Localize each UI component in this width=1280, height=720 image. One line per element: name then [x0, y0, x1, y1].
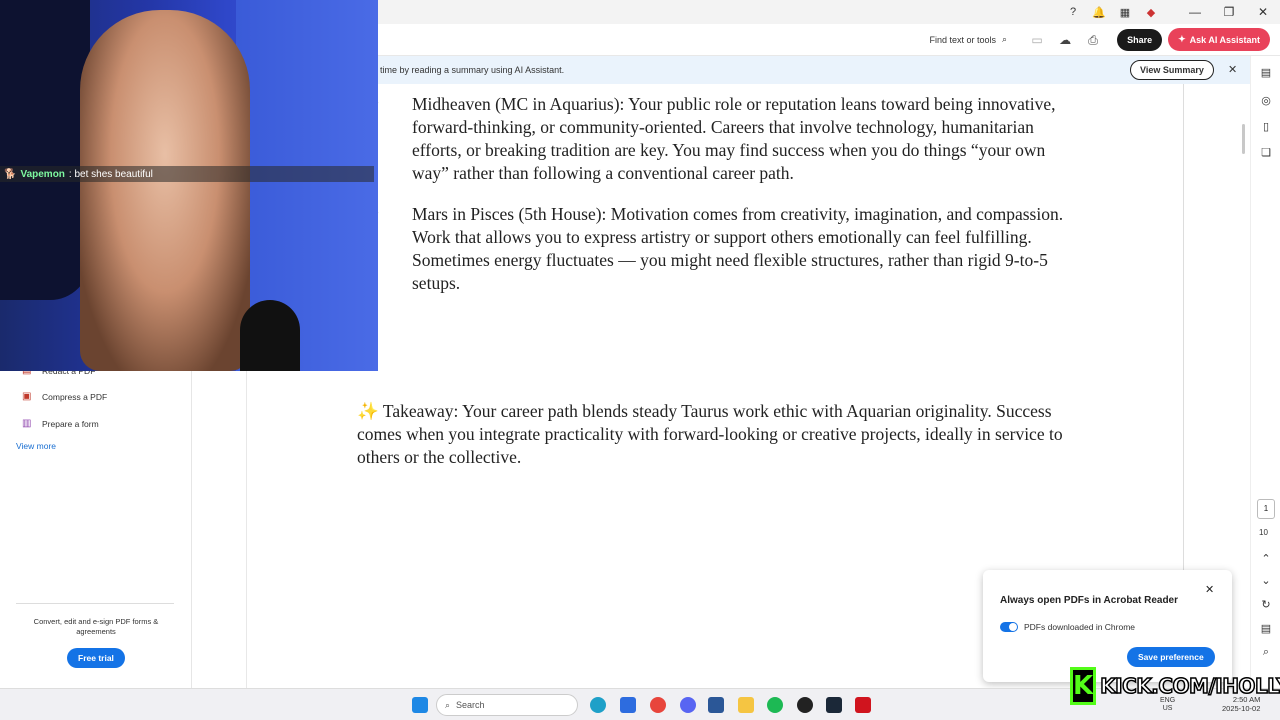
document-icon[interactable]: ▤ — [1259, 622, 1273, 636]
popup-title: Always open PDFs in Acrobat Reader — [1000, 595, 1179, 606]
banner-text: time by reading a summary using AI Assis… — [380, 65, 565, 75]
chat-badge-icon: 🐕 — [4, 168, 17, 180]
bell-icon[interactable]: 🔔 — [1092, 5, 1106, 19]
app-icon[interactable] — [708, 697, 724, 713]
view-summary-button[interactable]: View Summary — [1130, 60, 1214, 80]
prepare-form-item[interactable]: ▥ Prepare a form — [22, 418, 99, 430]
close-icon[interactable]: ✕ — [1205, 583, 1214, 596]
taskbar-search[interactable]: ⌕ Search — [436, 694, 578, 716]
find-tools-field[interactable]: Find text or tools ⌕ — [930, 34, 1008, 45]
upload-cloud-icon[interactable]: ☁ — [1057, 32, 1073, 48]
chrome-icon[interactable] — [650, 697, 666, 713]
share-button[interactable]: Share — [1117, 28, 1163, 51]
pdf-toggle-switch[interactable] — [1000, 622, 1018, 632]
compress-pdf-label: Compress a PDF — [42, 392, 108, 402]
free-trial-button[interactable]: Free trial — [67, 648, 125, 668]
pages-icon[interactable]: ❏ — [1259, 146, 1273, 160]
windows-start-icon[interactable] — [412, 697, 428, 713]
close-icon[interactable]: ✕ — [1228, 63, 1237, 76]
spotify-icon[interactable] — [767, 697, 783, 713]
bookmark-icon[interactable]: ▯ — [1259, 120, 1273, 134]
chat-username: Vapemon — [20, 168, 65, 180]
steam-icon[interactable] — [826, 697, 842, 713]
kick-watermark: K KICK.COM/IHOLLY — [1070, 666, 1280, 706]
folder-icon[interactable] — [738, 697, 754, 713]
comment-icon[interactable]: ◎ — [1259, 94, 1273, 108]
close-window-icon[interactable]: ✕ — [1246, 5, 1280, 19]
minimize-icon[interactable]: — — [1178, 5, 1212, 19]
webcam-overlay: 🐕 Vapemon : bet shes beautiful — [0, 0, 378, 371]
save-preference-button[interactable]: Save preference — [1127, 647, 1215, 667]
find-tools-label: Find text or tools — [929, 34, 997, 45]
chevron-down-icon[interactable]: ⌄ — [1259, 574, 1273, 588]
kick-logo: K — [1070, 667, 1097, 705]
chat-text: : bet shes beautiful — [68, 168, 153, 180]
mars-paragraph: Mars in Pisces (5th House): Motivation c… — [412, 204, 1064, 293]
print-icon[interactable]: ⎙ — [1085, 32, 1101, 48]
apps-grid-icon[interactable]: ▦ — [1118, 5, 1132, 19]
compress-icon: ▣ — [22, 391, 32, 402]
search-icon: ⌕ — [1002, 34, 1008, 44]
search-icon: ⌕ — [445, 699, 451, 710]
kick-url: KICK.COM/IHOLLY — [1099, 673, 1280, 699]
screen: ? 🔔 ▦ ◆ — ❐ ✕ Find text or tools ⌕ ▭ ☁ ⎙… — [0, 0, 1280, 720]
lang-region: US — [1162, 705, 1173, 712]
toggle-label: PDFs downloaded in Chrome — [1024, 622, 1136, 632]
ask-ai-label: Ask AI Assistant — [1189, 34, 1260, 45]
promo-text: Convert, edit and e-sign PDF forms & agr… — [33, 617, 159, 636]
acrobat-icon[interactable] — [855, 697, 871, 713]
acrobat-logo-icon[interactable]: ◆ — [1144, 5, 1158, 19]
streamer-image — [80, 10, 250, 371]
scrollbar[interactable] — [1242, 124, 1245, 154]
takeaway-paragraph: ✨ Takeaway: Your career path blends stea… — [357, 401, 1063, 467]
midheaven-paragraph: Midheaven (MC in Aquarius): Your public … — [412, 94, 1056, 183]
zoom-icon[interactable]: ⌕ — [1259, 646, 1273, 660]
page-count: 10 — [1259, 528, 1268, 537]
ai-summary-icon[interactable]: ▤ — [1259, 66, 1273, 80]
prepare-form-label: Prepare a form — [42, 419, 99, 429]
compress-pdf-item[interactable]: ▣ Compress a PDF — [22, 391, 107, 403]
form-icon: ▥ — [22, 418, 32, 429]
ai-summary-banner: time by reading a summary using AI Assis… — [378, 56, 1250, 84]
microphone-image — [240, 300, 300, 371]
right-rail: ▤ ◎ ▯ ❏ 1 10 ⌃ ⌄ ↻ ▤ ⌕ — [1250, 56, 1280, 688]
save-icon[interactable]: ▭ — [1029, 32, 1045, 48]
ask-ai-assistant-button[interactable]: ✦ Ask AI Assistant — [1168, 28, 1270, 51]
search-placeholder: Search — [456, 700, 485, 710]
chat-message: 🐕 Vapemon : bet shes beautiful — [0, 166, 374, 182]
refresh-icon[interactable]: ↻ — [1259, 598, 1273, 612]
view-more-link[interactable]: View more — [16, 441, 56, 451]
webcam-chair — [0, 0, 90, 300]
store-icon[interactable] — [620, 697, 636, 713]
help-icon[interactable]: ? — [1066, 5, 1080, 19]
edge-icon[interactable] — [590, 697, 606, 713]
discord-icon[interactable] — [680, 697, 696, 713]
divider — [16, 603, 174, 604]
chevron-up-icon[interactable]: ⌃ — [1259, 552, 1273, 566]
obs-icon[interactable] — [797, 697, 813, 713]
ai-sparkle-icon: ✦ — [1178, 34, 1186, 44]
page-number-input[interactable]: 1 — [1257, 499, 1275, 519]
restore-icon[interactable]: ❐ — [1212, 5, 1246, 19]
